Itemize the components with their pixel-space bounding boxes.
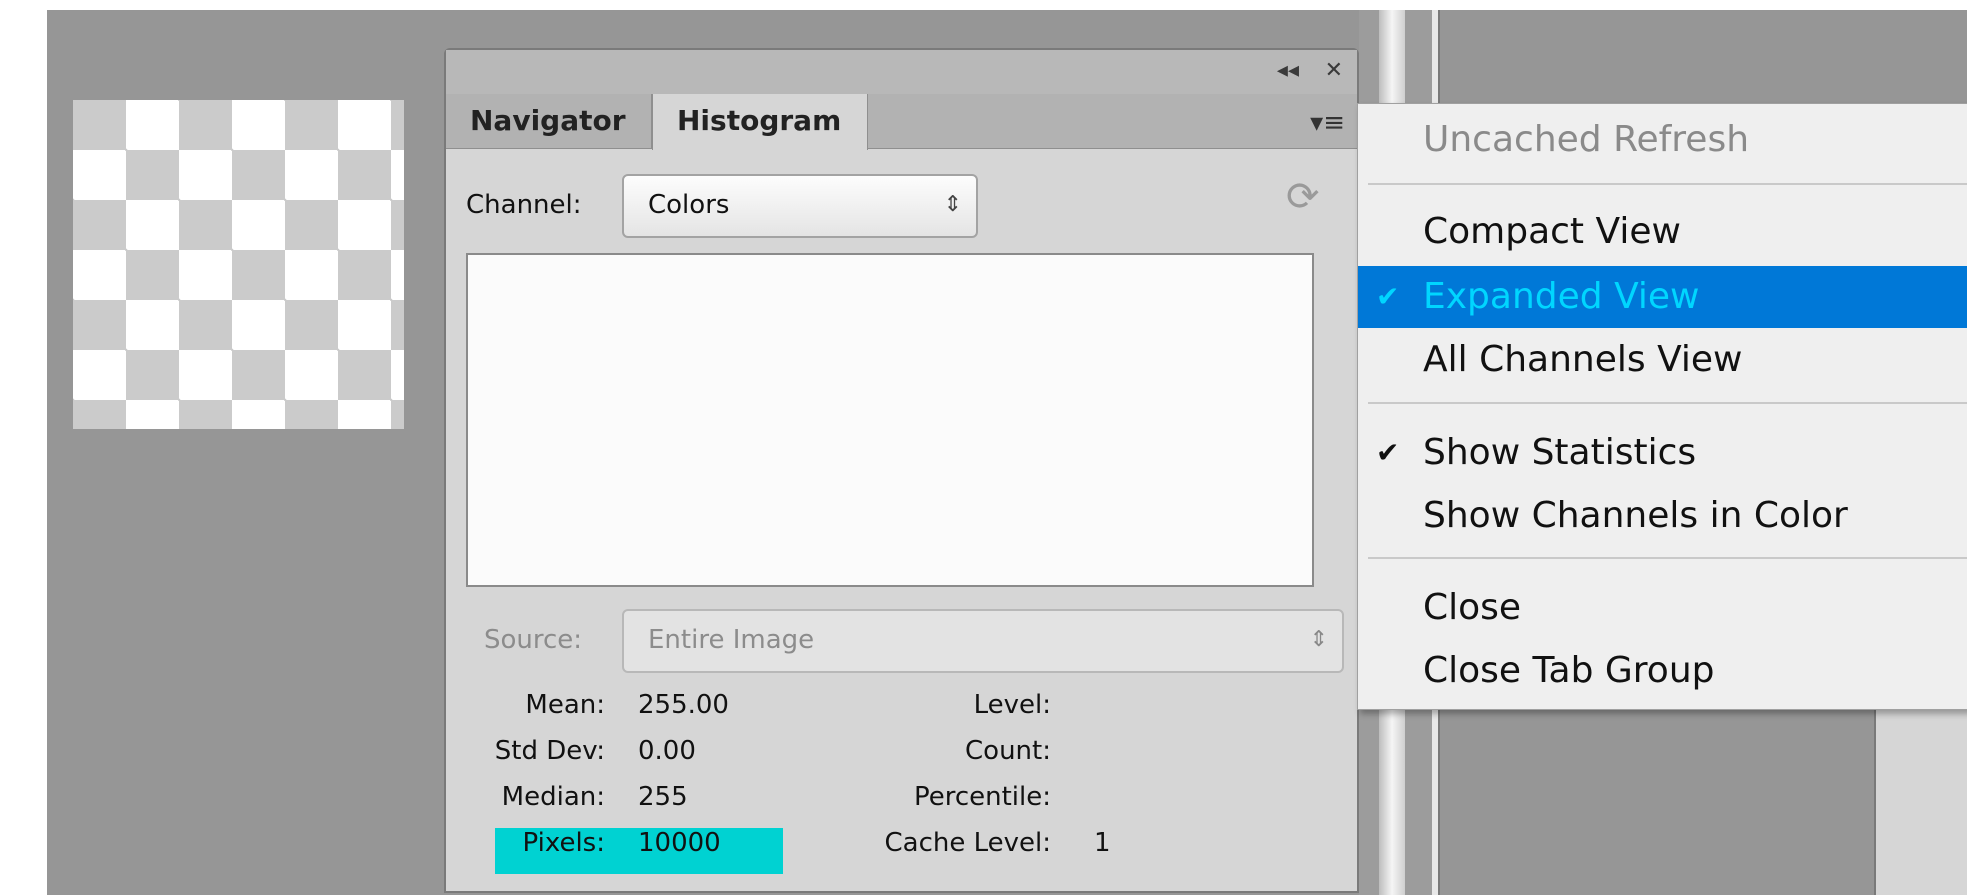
checkmark-icon: ✔ [1376, 280, 1400, 313]
close-icon[interactable]: ✕ [1325, 58, 1343, 83]
source-label: Source: [484, 625, 583, 655]
stddev-label: Std Dev: [494, 736, 605, 766]
select-arrows-icon: ⇕ [1309, 627, 1328, 652]
menu-item-label: Uncached Refresh [1423, 119, 1750, 160]
menu-separator [1368, 402, 1967, 404]
double-chevron-left-icon[interactable]: ◂◂ [1277, 58, 1299, 83]
cache-level-label: Cache Level: [884, 828, 1051, 858]
mean-value: 255.00 [638, 690, 729, 720]
menu-item-label: Show Statistics [1423, 432, 1697, 473]
panel-menu-icon[interactable]: ▾≡ [1310, 108, 1345, 138]
pixels-label: Pixels: [522, 828, 605, 858]
level-label: Level: [973, 690, 1051, 720]
channel-label: Channel: [466, 190, 582, 220]
menu-item-compact-view[interactable]: Compact View [1358, 201, 1967, 263]
right-pane [1874, 700, 1967, 895]
median-value: 255 [638, 782, 688, 812]
menu-separator [1368, 183, 1967, 185]
menu-item-all-channels-view[interactable]: All Channels View [1358, 329, 1967, 391]
channel-select-value: Colors [648, 190, 730, 220]
channel-select[interactable]: Colors ⇕ [622, 174, 978, 238]
menu-item-close-tab-group[interactable]: Close Tab Group [1358, 640, 1967, 702]
menu-item-label: Close Tab Group [1423, 650, 1715, 691]
median-label: Median: [501, 782, 605, 812]
source-select: Entire Image ⇕ [622, 609, 1344, 673]
select-arrows-icon: ⇕ [943, 192, 962, 217]
panel-flyout-menu: Uncached Refresh Compact View ✔ Expanded … [1357, 103, 1967, 710]
tab-histogram[interactable]: Histogram [652, 94, 868, 150]
stddev-value: 0.00 [638, 736, 696, 766]
transparent-image-thumbnail [73, 100, 404, 429]
histogram-panel: ◂◂ ✕ Navigator Histogram ▾≡ Channel: Col… [444, 48, 1359, 893]
count-label: Count: [965, 736, 1051, 766]
menu-item-label: Compact View [1423, 211, 1681, 252]
menu-item-expanded-view[interactable]: ✔ Expanded View [1358, 266, 1967, 328]
menu-item-show-channels-in-color[interactable]: Show Channels in Color [1358, 485, 1967, 547]
tab-strip: Navigator Histogram ▾≡ [446, 94, 1357, 150]
source-select-value: Entire Image [648, 625, 815, 655]
mean-label: Mean: [525, 690, 605, 720]
tab-navigator[interactable]: Navigator [446, 94, 652, 148]
histogram-graph [466, 253, 1314, 587]
percentile-label: Percentile: [913, 782, 1051, 812]
cache-level-value: 1 [1094, 828, 1111, 858]
refresh-icon[interactable]: ⟳ [1286, 174, 1320, 220]
panel-title-bar[interactable]: ◂◂ ✕ [446, 50, 1357, 95]
menu-item-show-statistics[interactable]: ✔ Show Statistics [1358, 422, 1967, 484]
menu-item-uncached-refresh: Uncached Refresh [1358, 109, 1967, 171]
menu-item-label: Show Channels in Color [1423, 495, 1848, 536]
menu-item-label: Expanded View [1423, 276, 1700, 317]
menu-item-close[interactable]: Close [1358, 577, 1967, 639]
checkmark-icon: ✔ [1376, 436, 1400, 469]
menu-item-label: All Channels View [1423, 339, 1743, 380]
pixels-value: 10000 [638, 828, 721, 858]
menu-item-label: Close [1423, 587, 1522, 628]
menu-separator [1368, 557, 1967, 559]
